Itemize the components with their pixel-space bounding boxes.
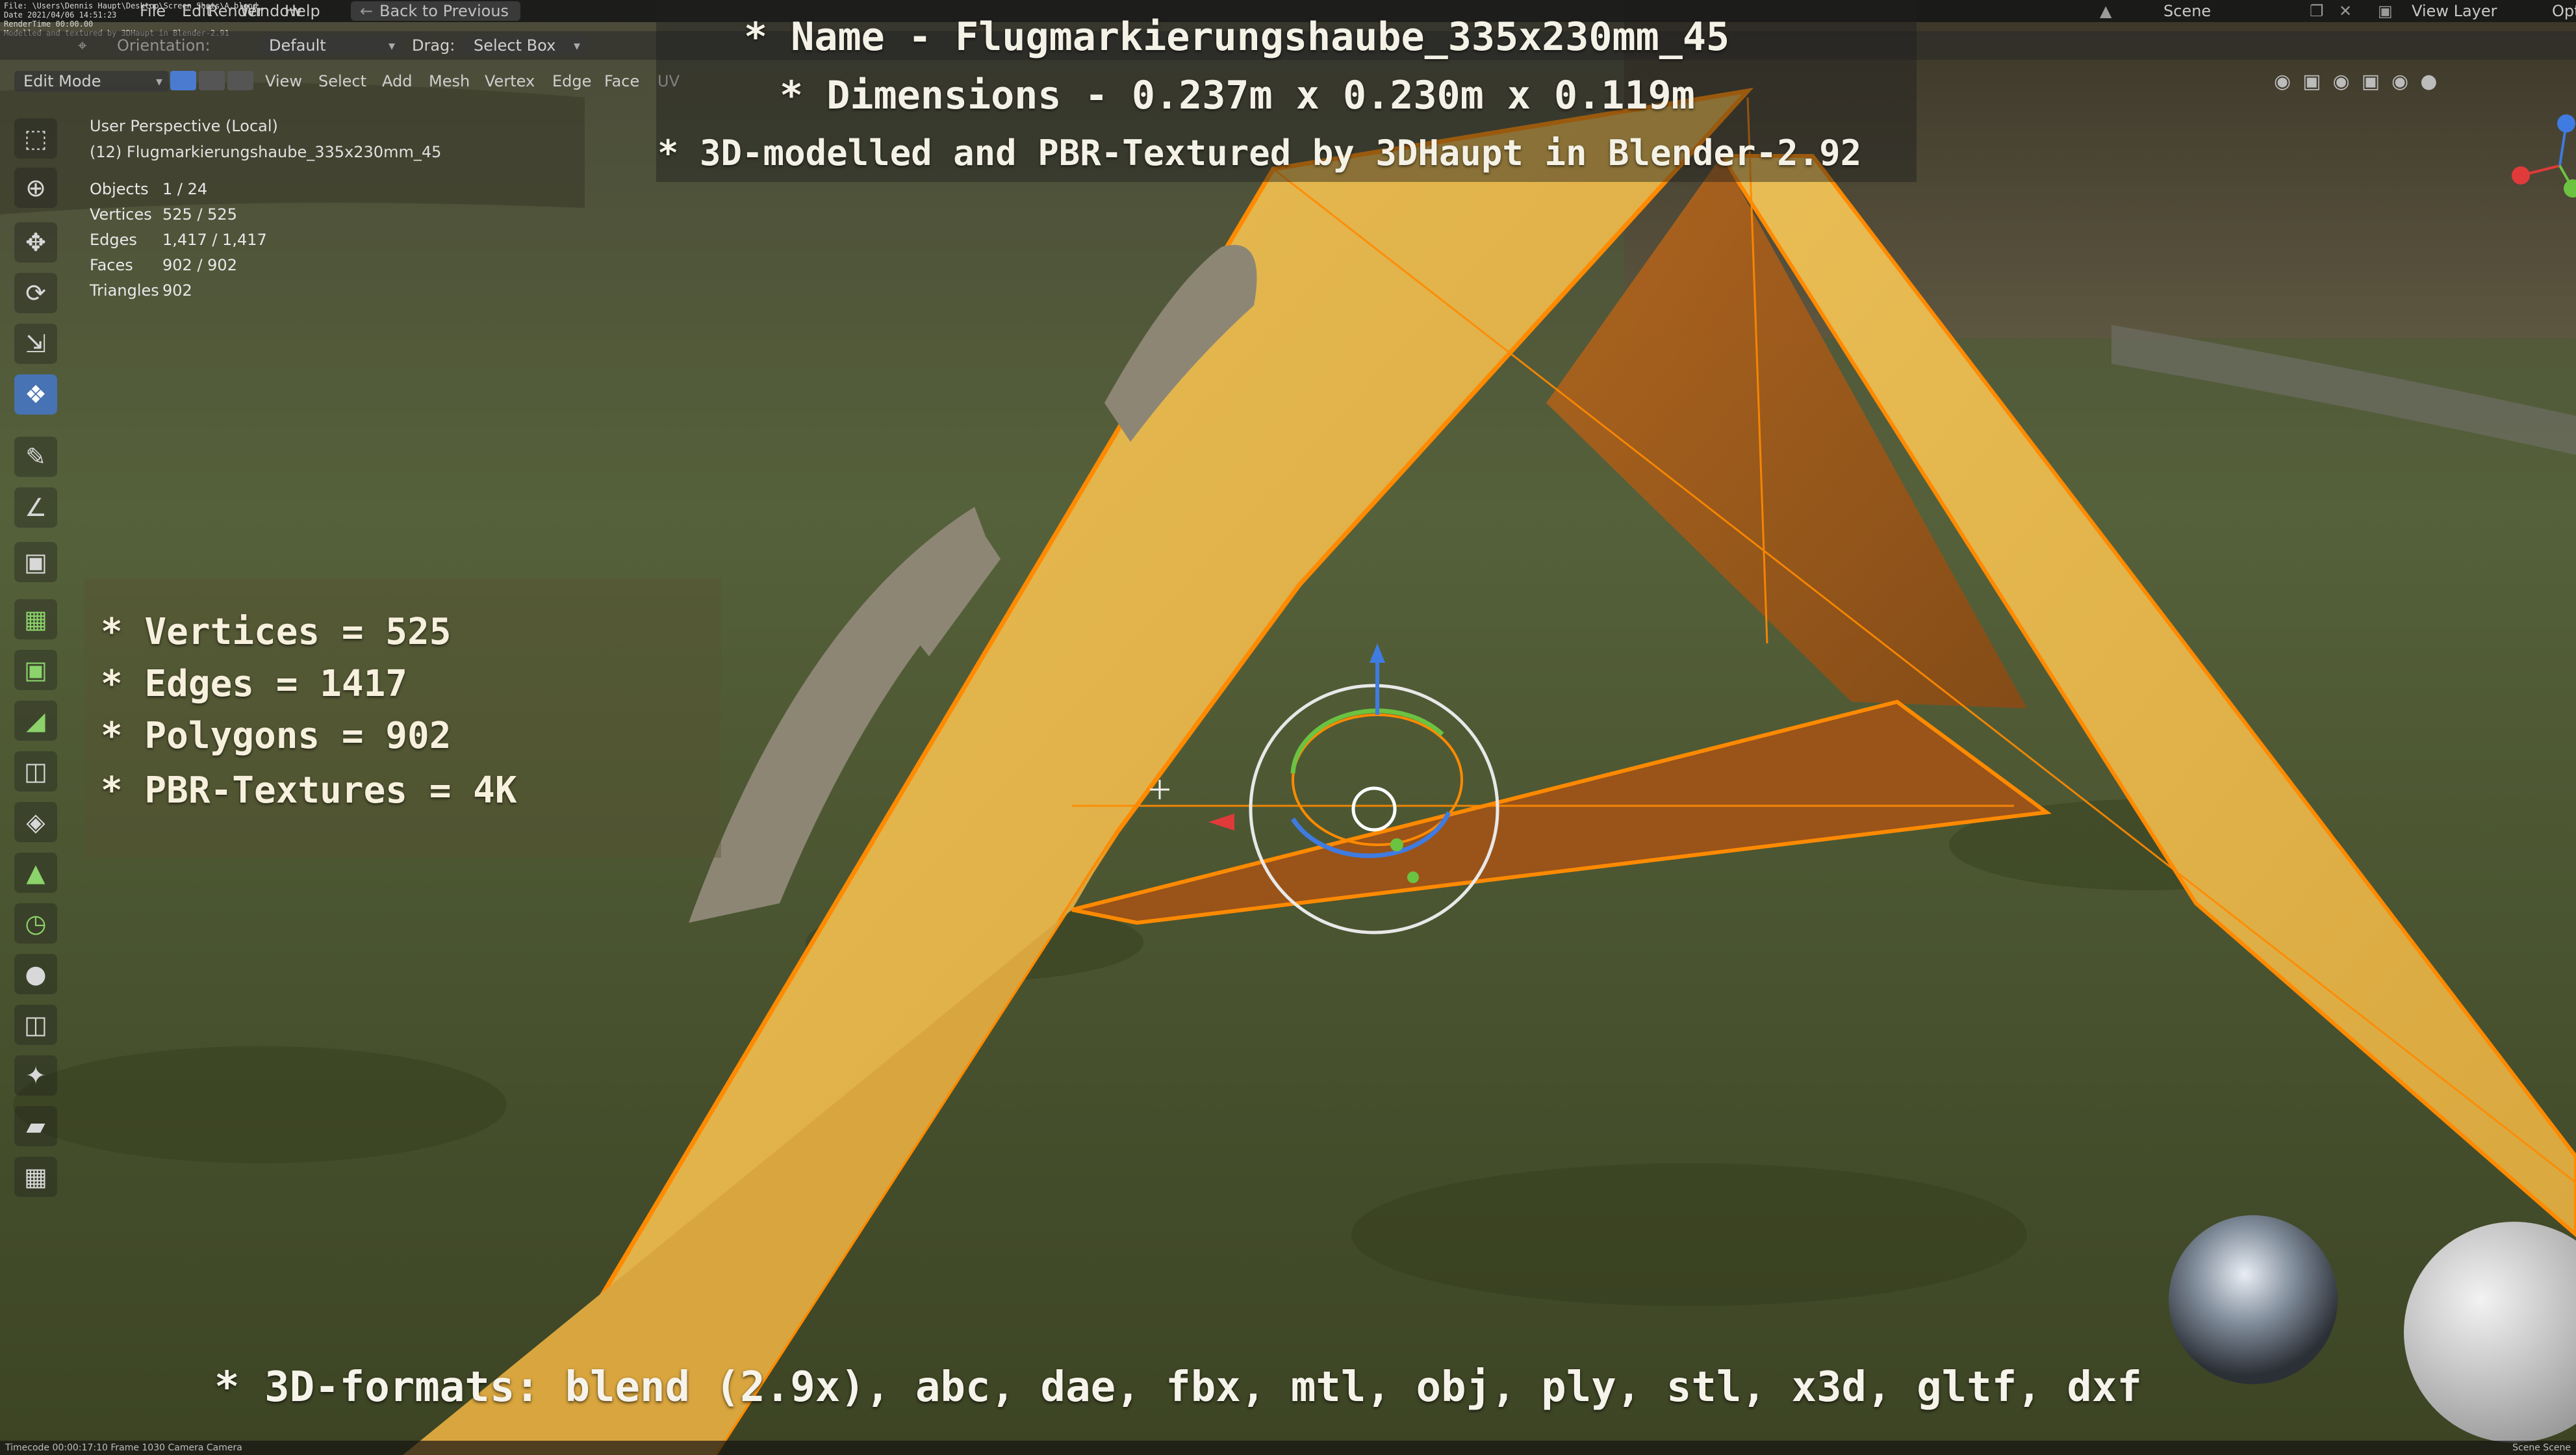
credit-line: * 3D-modelled and PBR-Textured by 3DHaup… bbox=[657, 133, 1862, 174]
knife-icon[interactable]: ◈ bbox=[14, 802, 57, 842]
menu-edge[interactable]: Edge bbox=[552, 71, 591, 92]
mode-dropdown[interactable]: Edit Mode bbox=[14, 71, 169, 92]
close-icon[interactable]: ✕ bbox=[2339, 1, 2352, 21]
vertices-line: * Vertices = 525 bbox=[101, 611, 452, 653]
shear-icon[interactable]: ▰ bbox=[14, 1106, 57, 1146]
statistics-panel: Objects 1 / 24 Vertices 525 / 525 Edges 1,4… bbox=[90, 177, 267, 303]
view-layer-icon[interactable]: ▣ bbox=[2378, 1, 2393, 21]
cursor-icon[interactable]: ⊕ bbox=[14, 168, 57, 208]
drag-label: Drag: bbox=[412, 36, 455, 55]
active-object-label: (12) Flugmarkierungshaube_335x230mm_45 bbox=[90, 143, 442, 161]
orientation-icon: ⌖ bbox=[78, 36, 87, 55]
smooth-icon[interactable]: ● bbox=[14, 954, 57, 994]
stamp-line: RenderTime 00:00.00 bbox=[4, 19, 94, 29]
loop-cut-icon[interactable]: ◫ bbox=[14, 751, 57, 792]
select-mode-vertex[interactable] bbox=[170, 71, 196, 92]
stat-value: 902 bbox=[162, 281, 192, 300]
status-right: Scene Scene bbox=[2512, 1443, 2571, 1453]
edges-line: * Edges = 1417 bbox=[101, 663, 408, 705]
bevel-icon[interactable]: ◢ bbox=[14, 701, 57, 741]
stat-value: 902 / 902 bbox=[162, 256, 237, 274]
textures-line: * PBR-Textures = 4K bbox=[101, 769, 517, 812]
viewport-shading-icons[interactable]: ◉▣◉▣◉● bbox=[2274, 70, 2573, 96]
dimensions-line: * Dimensions - 0.237m x 0.230m x 0.119m bbox=[780, 73, 1695, 118]
viewport-header: Edit Mode View Select Add Mesh Vertex Ed… bbox=[0, 68, 715, 96]
tool-shelf: ⬚ ⊕ ✥ ⟳ ⇲ ❖ ✎ ∠ ▣ ▦ ▣ ◢ ◫ ◈ ▲ ◷ ● ◫ ✦ ▰ … bbox=[9, 118, 68, 1236]
polygons-line: * Polygons = 902 bbox=[101, 715, 452, 757]
add-cube-icon[interactable]: ▣ bbox=[14, 542, 57, 582]
stat-label: Objects bbox=[90, 180, 149, 198]
menu-add[interactable]: Add bbox=[382, 71, 412, 92]
select-mode-face[interactable] bbox=[227, 71, 253, 92]
select-box-icon[interactable]: ⬚ bbox=[14, 118, 57, 159]
orientation-dropdown[interactable]: Default bbox=[260, 36, 402, 55]
stat-row: Edges 1,417 / 1,417 bbox=[90, 227, 267, 253]
stat-value: 525 / 525 bbox=[162, 205, 237, 224]
annotate-icon[interactable]: ✎ bbox=[14, 437, 57, 477]
menu-file[interactable]: File bbox=[140, 1, 166, 21]
menu-view[interactable]: View bbox=[265, 71, 302, 92]
navigation-gizmo[interactable] bbox=[2508, 110, 2576, 221]
menu-vertex[interactable]: Vertex bbox=[485, 71, 535, 92]
status-bar: Timecode 00:00:17:10 Frame 1030 Camera C… bbox=[0, 1441, 2576, 1455]
timecode-label: Timecode 00:00:17:10 Frame 1030 Camera C… bbox=[5, 1443, 242, 1453]
view-layer-selector[interactable]: View Layer bbox=[2412, 1, 2497, 21]
options-menu[interactable]: Opt bbox=[2552, 1, 2576, 21]
poly-build-icon[interactable]: ▲ bbox=[14, 853, 57, 893]
model-name-line: * Name - Flugmarkierungshaube_335x230mm_… bbox=[744, 14, 1730, 60]
measure-icon[interactable]: ∠ bbox=[14, 487, 57, 528]
move-icon[interactable]: ✥ bbox=[14, 222, 57, 263]
scene-selector[interactable]: Scene bbox=[2163, 1, 2211, 21]
rotate-icon[interactable]: ⟳ bbox=[14, 273, 57, 313]
extrude-icon[interactable]: ▦ bbox=[14, 599, 57, 639]
viewport-info: User Perspective (Local) (12) Flugmarkie… bbox=[90, 113, 441, 165]
stat-row: Faces 902 / 902 bbox=[90, 253, 267, 278]
menu-select[interactable]: Select bbox=[318, 71, 366, 92]
transform-icon[interactable]: ❖ bbox=[14, 374, 57, 415]
rip-region-icon[interactable]: ▦ bbox=[14, 1157, 57, 1197]
edge-slide-icon[interactable]: ◫ bbox=[14, 1005, 57, 1045]
back-to-previous-button[interactable]: Back to Previous bbox=[351, 1, 521, 21]
menu-mesh[interactable]: Mesh bbox=[429, 71, 470, 92]
perspective-label: User Perspective (Local) bbox=[90, 117, 278, 135]
orientation-label: Orientation: bbox=[117, 36, 210, 55]
scale-icon[interactable]: ⇲ bbox=[14, 324, 57, 364]
select-mode-edge[interactable] bbox=[199, 71, 225, 92]
stat-row: Triangles 902 bbox=[90, 278, 267, 303]
hdri-chrome-sphere bbox=[2169, 1215, 2338, 1384]
formats-line: * 3D-formats: blend (2.9x), abc, dae, fb… bbox=[214, 1363, 2142, 1411]
stat-label: Edges bbox=[90, 231, 137, 249]
menu-face[interactable]: Face bbox=[604, 71, 639, 92]
inset-icon[interactable]: ▣ bbox=[14, 650, 57, 690]
scene-icon[interactable]: ▲ bbox=[2100, 1, 2111, 21]
stat-label: Faces bbox=[90, 256, 133, 274]
stat-value: 1,417 / 1,417 bbox=[162, 231, 267, 249]
menu-help[interactable]: Help bbox=[285, 1, 320, 21]
stat-label: Triangles bbox=[90, 281, 159, 300]
stat-label: Vertices bbox=[90, 205, 152, 224]
stat-row: Objects 1 / 24 bbox=[90, 177, 267, 202]
stat-row: Vertices 525 / 525 bbox=[90, 202, 267, 227]
new-scene-icon[interactable]: ❐ bbox=[2310, 1, 2324, 21]
drag-dropdown[interactable]: Select Box bbox=[465, 36, 587, 55]
shrink-fatten-icon[interactable]: ✦ bbox=[14, 1055, 57, 1096]
stat-value: 1 / 24 bbox=[162, 180, 208, 198]
spin-icon[interactable]: ◷ bbox=[14, 903, 57, 944]
